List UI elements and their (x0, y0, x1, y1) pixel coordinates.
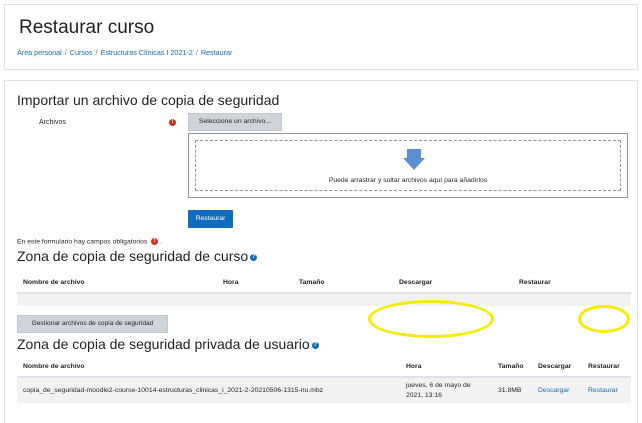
manage-backups-button[interactable]: Gestionar archivos de copia de seguridad (17, 315, 168, 333)
required-note-text: En este formulario hay campos obligatori… (17, 238, 148, 246)
col-time: Hora (400, 357, 492, 378)
breadcrumb: Área personal / Cursos / Estructuras Clínica… (17, 48, 232, 57)
breadcrumb-restore[interactable]: Restaurar (201, 48, 233, 57)
backup-time: jueves, 6 de mayo de 2021, 13:16 (400, 377, 492, 403)
page-header: Restaurar curso Área personal / Cursos / Est… (4, 4, 638, 70)
col-filename: Nombre de archivo (17, 357, 400, 378)
breadcrumb-separator: / (195, 48, 198, 57)
backup-size: 31.8MB (492, 377, 532, 403)
breadcrumb-course[interactable]: Estructuras Clínicas I 2021-2 (101, 48, 193, 57)
question-circle-icon[interactable]: ? (250, 253, 258, 261)
breadcrumb-personal-area[interactable]: Área personal (17, 48, 62, 57)
col-size: Tamaño (293, 273, 393, 294)
required-note-suffix: . (160, 238, 163, 246)
files-label: Archivos (39, 119, 66, 126)
col-restore: Restaurar (582, 357, 631, 378)
dropzone-border: Puede arrastrar y soltar archivos aquí p… (195, 140, 621, 191)
course-backup-heading: Zona de copia de seguridad de curso? (17, 248, 258, 264)
backup-filename: copia_de_seguridad-moodle2-course-10014-… (17, 377, 400, 403)
file-dropzone[interactable]: Puede arrastrar y soltar archivos aquí p… (188, 133, 628, 198)
course-backup-table: Nombre de archivo Hora Tamaño Descargar … (17, 273, 631, 306)
restore-upload-button[interactable]: Restaurar (188, 210, 233, 228)
col-size: Tamaño (492, 357, 532, 378)
user-backup-title: Zona de copia de seguridad privada de us… (17, 336, 310, 352)
breadcrumb-courses[interactable]: Cursos (70, 48, 93, 57)
empty-row (17, 293, 631, 306)
required-fields-note: En este formulario hay campos obligatori… (17, 238, 162, 245)
exclamation-circle-icon: ! (151, 238, 159, 245)
user-backup-heading: Zona de copia de seguridad privada de us… (17, 336, 319, 352)
main-region: Importar un archivo de copia de segurida… (4, 80, 638, 423)
import-heading: Importar un archivo de copia de segurida… (17, 92, 280, 108)
choose-file-button[interactable]: Seleccione un archivo... (188, 113, 282, 131)
col-restore: Restaurar (513, 273, 631, 294)
download-link[interactable]: Descargar (538, 387, 569, 394)
drop-instructions: Puede arrastrar y soltar archivos aquí p… (328, 177, 488, 184)
exclamation-circle-icon: ! (169, 119, 176, 126)
col-filename: Nombre de archivo (17, 273, 217, 294)
arrow-down-icon (403, 149, 425, 170)
question-circle-icon[interactable]: ? (311, 341, 319, 349)
col-download: Descargar (532, 357, 582, 378)
breadcrumb-separator: / (64, 48, 67, 57)
page-title: Restaurar curso (19, 17, 155, 38)
table-row: copia_de_seguridad-moodle2-course-10014-… (17, 377, 631, 403)
user-backup-table: Nombre de archivo Hora Tamaño Descargar … (17, 357, 631, 403)
col-download: Descargar (393, 273, 513, 294)
col-time: Hora (217, 273, 293, 294)
restore-link[interactable]: Restaurar (588, 387, 618, 394)
breadcrumb-separator: / (95, 48, 98, 57)
course-backup-title: Zona de copia de seguridad de curso (17, 248, 249, 264)
